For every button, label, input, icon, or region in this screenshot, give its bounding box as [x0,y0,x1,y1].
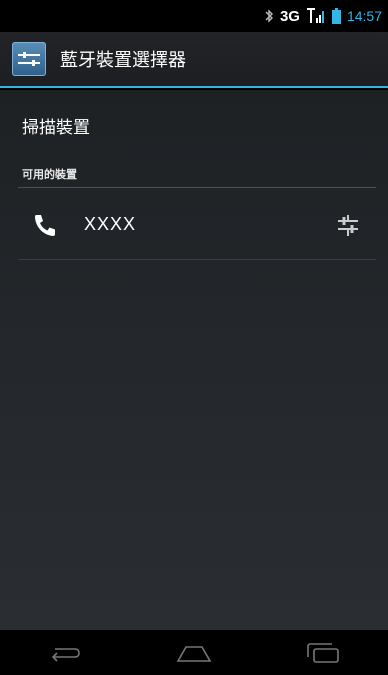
battery-icon [331,8,341,24]
bluetooth-settings-app-icon[interactable] [12,42,46,76]
action-bar: 藍牙裝置選擇器 [0,32,388,88]
device-row[interactable]: XXXX [18,190,376,260]
page-title: 藍牙裝置選擇器 [60,50,186,71]
status-bar: 3G 14:57 [0,0,388,32]
settings-sliders-icon[interactable] [334,211,362,239]
network-type: 3G [279,7,300,25]
recents-icon [307,642,340,663]
navigation-bar [0,630,388,675]
back-button[interactable] [35,633,95,673]
recents-button[interactable] [293,633,353,673]
device-name: XXXX [84,214,137,234]
home-icon [176,645,212,662]
status-time: 14:57 [346,8,382,24]
device-picker-content: 掃描裝置 可用的裝置 XXXX [0,90,388,630]
sliders-glyph [18,52,40,66]
back-icon [51,647,80,662]
signal-icon [306,8,324,23]
available-devices-header: 可用的裝置 [18,162,376,188]
phone-icon [35,214,55,236]
home-button[interactable] [164,633,224,673]
scan-devices-item[interactable]: 掃描裝置 [0,90,388,160]
bluetooth-icon [265,9,273,23]
